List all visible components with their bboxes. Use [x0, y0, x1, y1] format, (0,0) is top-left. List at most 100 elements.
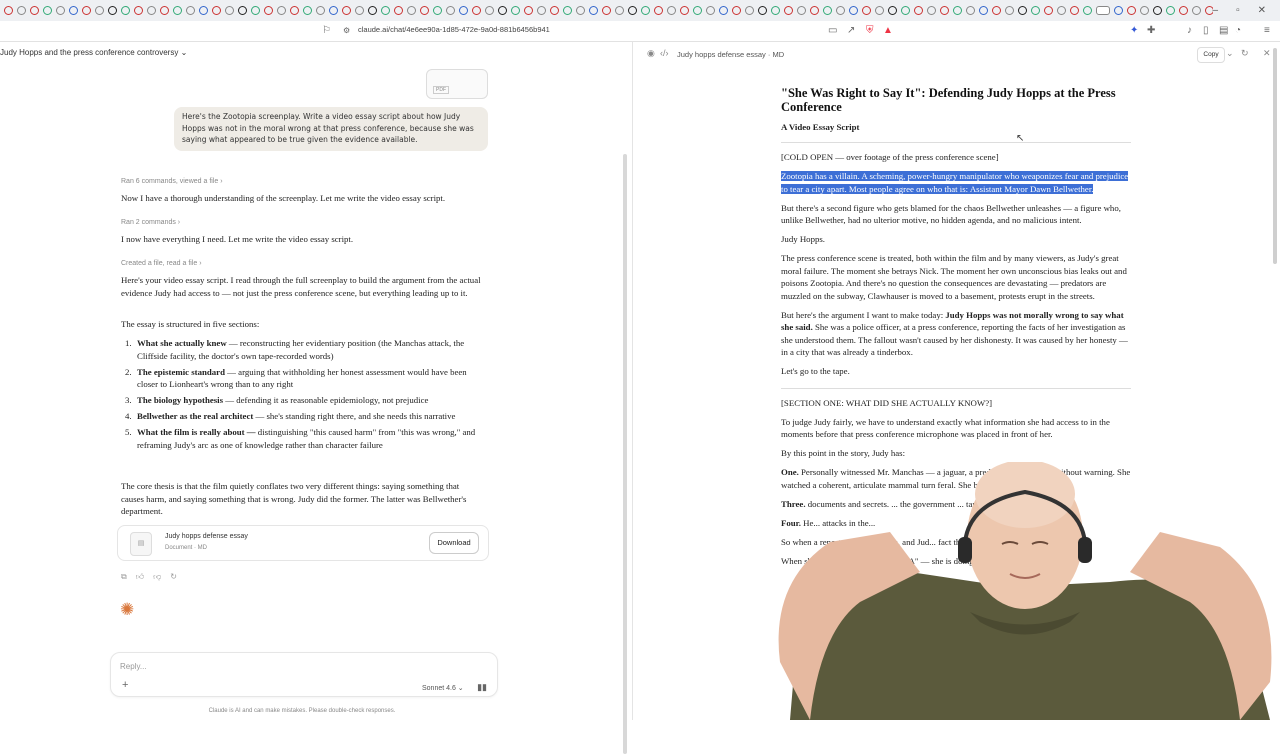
browser-tab-icon[interactable]	[537, 6, 546, 15]
browser-tab-icon[interactable]	[420, 6, 429, 15]
chevron-down-icon[interactable]: ⌄	[1226, 48, 1234, 59]
cast-icon[interactable]: ▭	[828, 25, 837, 37]
browser-tab-icon[interactable]	[251, 6, 260, 15]
browser-tab-icon[interactable]	[706, 6, 715, 15]
browser-tab-icon[interactable]	[511, 6, 520, 15]
browser-tab-icon[interactable]	[680, 6, 689, 15]
browser-tab-icon[interactable]	[56, 6, 65, 15]
tool-summary-2[interactable]: Ran 2 commands ›	[121, 219, 180, 226]
browser-tab-icon[interactable]	[160, 6, 169, 15]
browser-tab-icon[interactable]	[810, 6, 819, 15]
browser-tab-icon[interactable]	[1114, 6, 1123, 15]
brave-shield-icon[interactable]: ⛨	[866, 25, 874, 37]
browser-tab-icon[interactable]	[95, 6, 104, 15]
browser-tab-icon[interactable]	[888, 6, 897, 15]
browser-tab-icon[interactable]	[953, 6, 962, 15]
browser-tab-icon[interactable]	[914, 6, 923, 15]
browser-tab-icon[interactable]	[173, 6, 182, 15]
thumbs-down-icon[interactable]: 👎︎	[153, 572, 161, 582]
browser-tab-icon[interactable]	[732, 6, 741, 15]
browser-tab-icon[interactable]	[82, 6, 91, 15]
browser-tab-icon[interactable]	[433, 6, 442, 15]
add-attachment-icon[interactable]: +	[122, 679, 128, 691]
browser-tab-icon[interactable]	[576, 6, 585, 15]
browser-tab-icon[interactable]	[563, 6, 572, 15]
browser-tab-icon[interactable]	[745, 6, 754, 15]
browser-tab-icon[interactable]	[17, 6, 26, 15]
browser-tab-icon[interactable]	[485, 6, 494, 15]
thumbs-up-icon[interactable]: 👍︎	[136, 572, 144, 582]
browser-tab-icon[interactable]	[654, 6, 663, 15]
browser-tab-icon[interactable]	[875, 6, 884, 15]
browser-tab-icon[interactable]	[238, 6, 247, 15]
browser-tab-icon[interactable]	[862, 6, 871, 15]
bookmark-icon[interactable]: ⚐	[322, 25, 331, 37]
copy-button[interactable]: Copy	[1197, 47, 1225, 63]
tool-summary-3[interactable]: Created a file, read a file ›	[121, 260, 202, 267]
browser-tab-icon[interactable]	[381, 6, 390, 15]
browser-tab-icon[interactable]	[667, 6, 676, 15]
browser-tab-icon[interactable]	[1140, 6, 1149, 15]
extensions-puzzle-icon[interactable]: ✚	[1147, 25, 1155, 37]
browser-tab-icon[interactable]	[641, 6, 650, 15]
browser-tab-icon[interactable]	[69, 6, 78, 15]
voice-mode-icon[interactable]: ▮▮	[477, 682, 487, 693]
browser-tab-icon[interactable]	[43, 6, 52, 15]
browser-tab-icon[interactable]	[849, 6, 858, 15]
site-settings-icon[interactable]: ⚙	[343, 25, 350, 37]
sidebar-icon[interactable]: ▯	[1203, 25, 1209, 37]
profile-icon[interactable]: ◔	[1235, 25, 1241, 37]
browser-tab-icon[interactable]	[498, 6, 507, 15]
browser-tab-icon[interactable]	[602, 6, 611, 15]
browser-tab-icon[interactable]	[979, 6, 988, 15]
browser-tab-icon[interactable]	[1083, 6, 1092, 15]
browser-tab-icon[interactable]	[147, 6, 156, 15]
preview-icon[interactable]: ◉	[647, 48, 655, 59]
browser-tab-icon[interactable]	[628, 6, 637, 15]
reply-composer[interactable]: Reply... + Sonnet 4.6 ⌄ ▮▮	[110, 652, 498, 697]
browser-tab-icon[interactable]	[1018, 6, 1027, 15]
browser-tab-icon[interactable]	[355, 6, 364, 15]
browser-tab-icon[interactable]	[368, 6, 377, 15]
browser-tab-icon[interactable]	[784, 6, 793, 15]
browser-tab-icon[interactable]	[1192, 6, 1201, 15]
browser-tab-icon[interactable]	[264, 6, 273, 15]
tool-summary-1[interactable]: Ran 6 commands, viewed a file ›	[121, 178, 223, 185]
model-selector[interactable]: Sonnet 4.6 ⌄	[422, 684, 464, 692]
browser-tab-icon[interactable]	[1127, 6, 1136, 15]
browser-tab-icon[interactable]	[1096, 6, 1110, 15]
browser-tab-icon[interactable]	[199, 6, 208, 15]
download-button[interactable]: Download	[429, 532, 479, 554]
browser-tab-icon[interactable]	[1005, 6, 1014, 15]
music-icon[interactable]: ♪	[1187, 25, 1192, 37]
browser-tab-icon[interactable]	[407, 6, 416, 15]
browser-tab-icon[interactable]	[446, 6, 455, 15]
extension-icon[interactable]: ✦	[1130, 25, 1138, 37]
menu-icon[interactable]: ≡	[1264, 25, 1270, 37]
browser-tab-icon[interactable]	[823, 6, 832, 15]
chat-scrollbar[interactable]	[623, 154, 627, 754]
url-field[interactable]: claude.ai/chat/4e6ee90a-1d85-472e-9a0d-8…	[358, 25, 550, 34]
artifact-scrollbar[interactable]	[1273, 48, 1277, 264]
chat-title[interactable]: Judy Hopps and the press conference cont…	[0, 48, 187, 57]
browser-tab-icon[interactable]	[459, 6, 468, 15]
browser-tab-icon[interactable]	[134, 6, 143, 15]
browser-tab-icon[interactable]	[940, 6, 949, 15]
browser-tab-icon[interactable]	[30, 6, 39, 15]
code-icon[interactable]: ‹/›	[660, 48, 669, 58]
browser-tab-icon[interactable]	[836, 6, 845, 15]
browser-tab-icon[interactable]	[277, 6, 286, 15]
browser-tab-icon[interactable]	[1179, 6, 1188, 15]
minimize-icon[interactable]: –	[1213, 5, 1219, 16]
browser-tab-icon[interactable]	[394, 6, 403, 15]
browser-tab-icon[interactable]	[472, 6, 481, 15]
browser-tab-icon[interactable]	[927, 6, 936, 15]
refresh-icon[interactable]: ↻	[1241, 48, 1249, 59]
share-icon[interactable]: ↗	[847, 25, 855, 37]
wallet-icon[interactable]: ▤	[1219, 25, 1228, 37]
close-window-icon[interactable]: ✕	[1258, 5, 1266, 16]
copy-icon[interactable]: ⧉	[121, 572, 127, 582]
browser-tab-icon[interactable]	[4, 6, 13, 15]
browser-tab-icon[interactable]	[615, 6, 624, 15]
browser-tab-icon[interactable]	[992, 6, 1001, 15]
